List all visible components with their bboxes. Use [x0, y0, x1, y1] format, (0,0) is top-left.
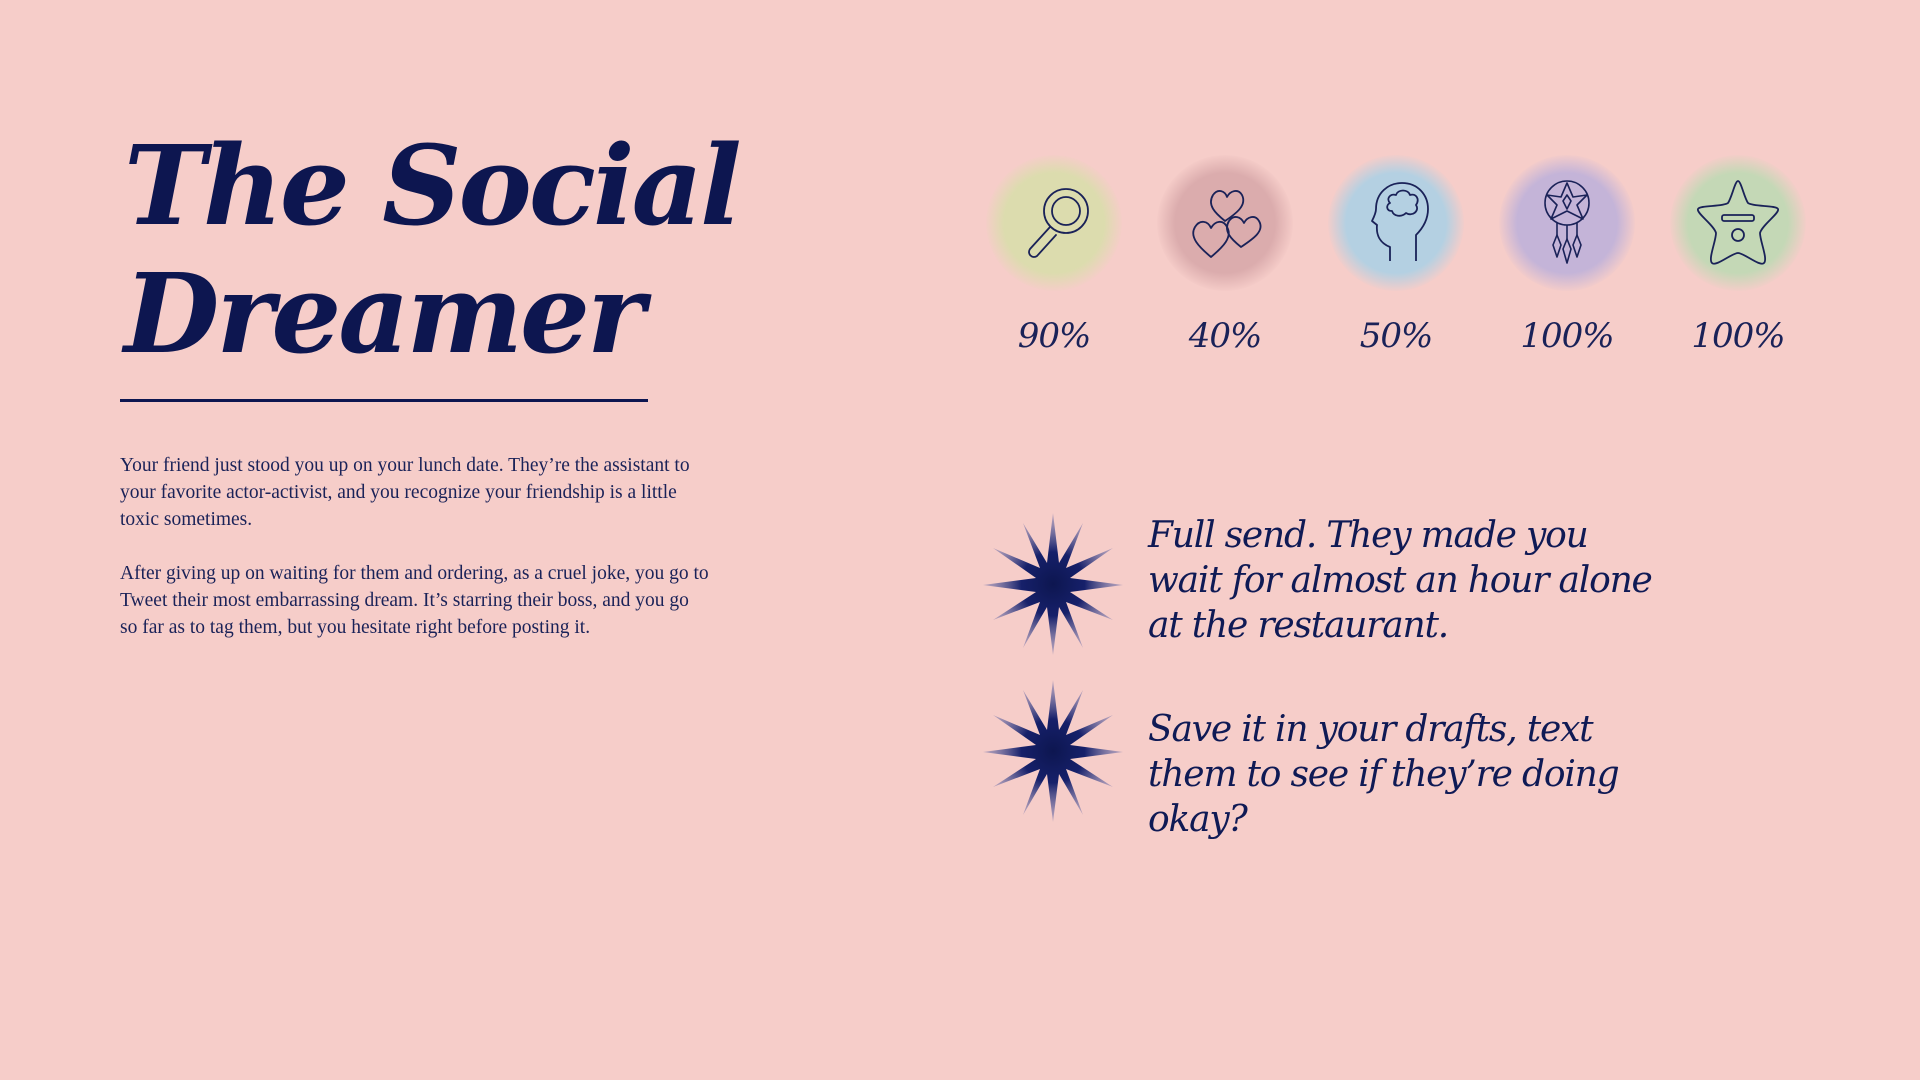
stat-value: 90%: [1017, 316, 1092, 356]
description-paragraph-1: Your friend just stood you up on your lu…: [120, 455, 690, 530]
title-divider: [120, 399, 648, 402]
stat-star-badge: 100%: [1663, 155, 1813, 356]
stat-dreamcatcher: 100%: [1492, 155, 1642, 356]
title-line-2: Dreamer: [124, 249, 645, 378]
stat-badge: [1328, 155, 1464, 291]
stat-magnifying-glass: 90%: [979, 155, 1129, 356]
title-line-1: The Social: [124, 121, 742, 250]
magnifying-glass-icon: [1028, 188, 1089, 258]
stat-value: 40%: [1188, 316, 1263, 356]
stat-badge: [1157, 155, 1293, 291]
star-badge-icon: [1697, 180, 1779, 265]
stat-head-brain: 50%: [1321, 155, 1471, 356]
description-paragraph-2: After giving up on waiting for them and …: [120, 563, 709, 638]
choice-text[interactable]: Full send. They made you wait for almost…: [1148, 513, 1668, 648]
stat-value: 100%: [1520, 316, 1614, 356]
hearts-icon: [1192, 190, 1262, 258]
stat-hearts: 40%: [1150, 155, 1300, 356]
choice-text[interactable]: Save it in your drafts, text them to see…: [1148, 707, 1668, 842]
sparkle-star-icon: [983, 513, 1123, 655]
stat-value: 50%: [1359, 316, 1434, 356]
scenario-description: Your friend just stood you up on your lu…: [120, 452, 710, 668]
dreamcatcher-icon: [1544, 180, 1590, 264]
stat-badge: [986, 155, 1122, 291]
stat-badge: [1670, 155, 1806, 291]
page-title: The Social Dreamer: [124, 121, 742, 378]
head-brain-icon: [1371, 182, 1429, 261]
stat-badge: [1499, 155, 1635, 291]
stat-value: 100%: [1691, 316, 1785, 356]
sparkle-star-icon: [983, 680, 1123, 822]
